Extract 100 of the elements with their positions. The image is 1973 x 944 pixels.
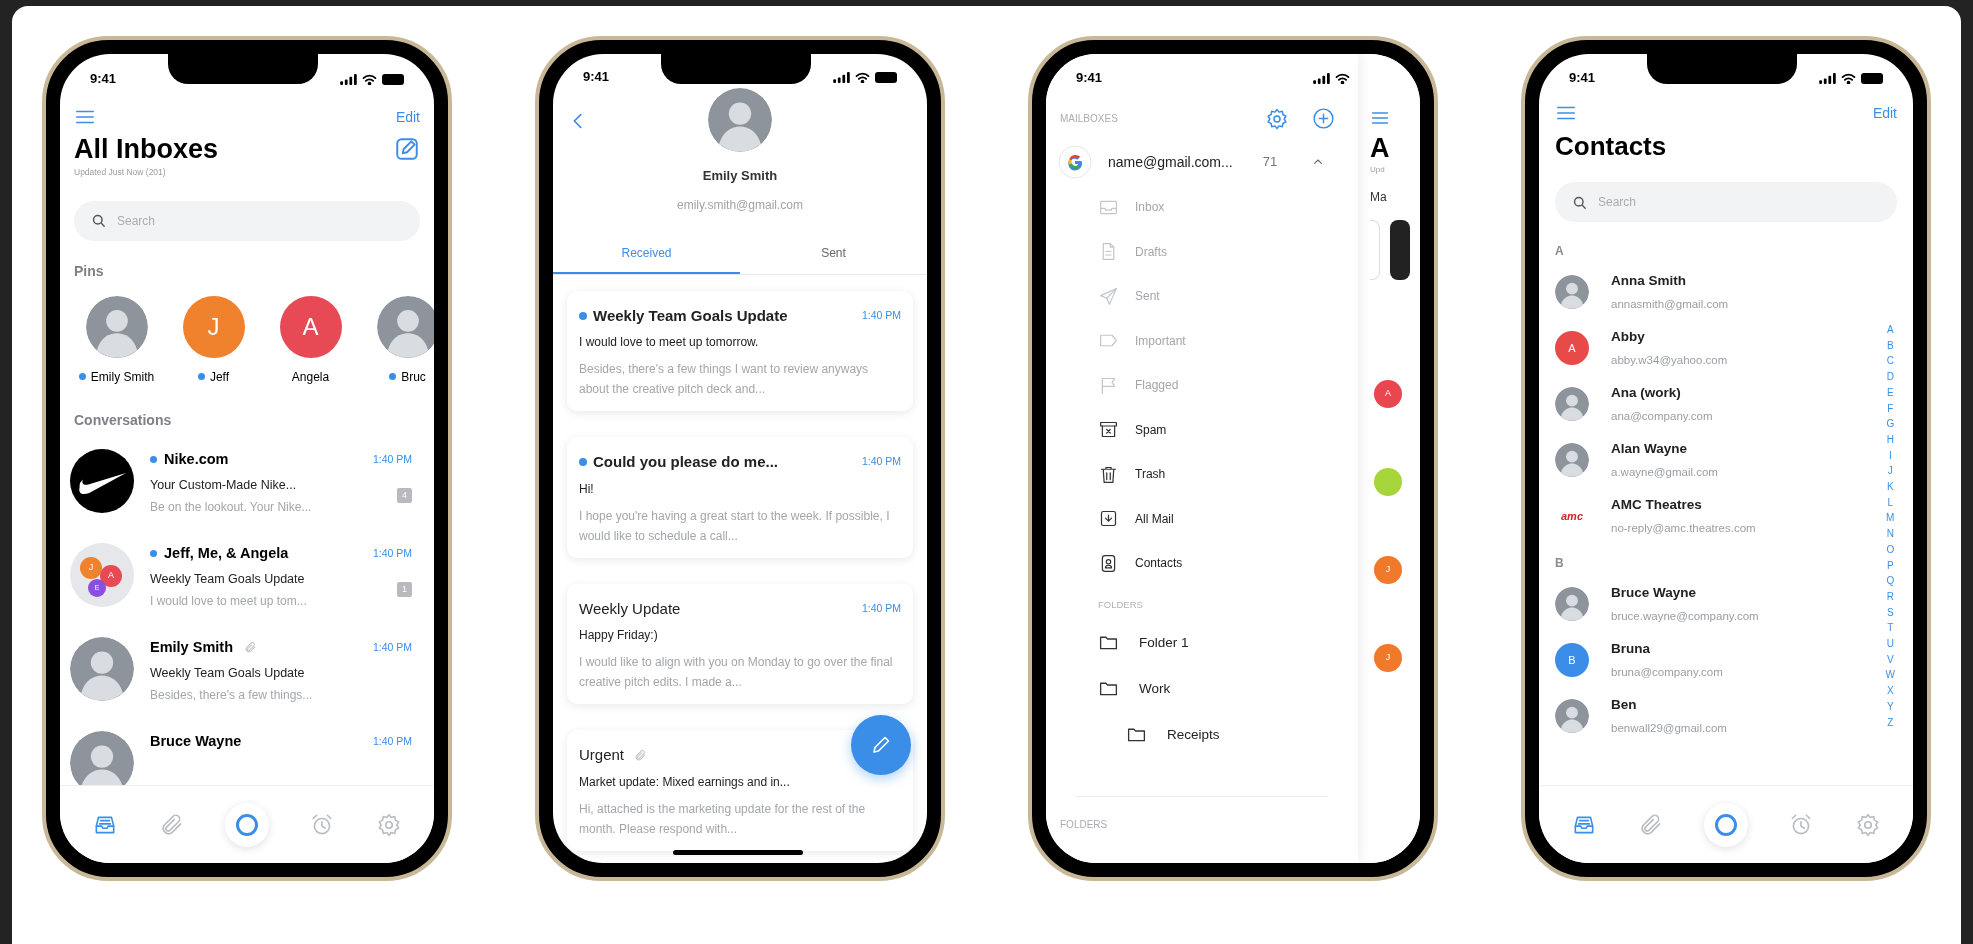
index-letter[interactable]: B (1886, 337, 1894, 354)
center-button[interactable] (224, 802, 269, 847)
index-letter[interactable]: J (1887, 463, 1893, 480)
contact-row[interactable]: Anna Smith annasmith@gmail.com (1555, 264, 1865, 320)
status-time: 9:41 (90, 70, 117, 89)
edit-button[interactable]: Edit (395, 106, 420, 128)
card-edge (1370, 220, 1380, 280)
search-field[interactable]: Search (74, 200, 420, 241)
section-heading: FOLDERS (1059, 817, 1109, 832)
message-preview: I would love to meet up tom... (150, 593, 307, 611)
message-time: 1:40 PM (861, 454, 901, 470)
mailbox-item[interactable]: Spam (1046, 407, 1358, 452)
pin-item[interactable]: J Jeff (165, 295, 262, 386)
center-button[interactable] (1703, 802, 1748, 847)
contact-row[interactable]: Alan Wayne a.wayne@gmail.com (1555, 432, 1865, 488)
pin-name[interactable]: Jeff (209, 367, 230, 386)
mailbox-item[interactable]: Contacts (1046, 541, 1358, 586)
avatar-initial: A (1374, 380, 1402, 408)
contact-email: bruna@company.com (1611, 664, 1723, 680)
index-letter[interactable]: K (1886, 479, 1894, 495)
message-subject: Weekly Team Goals Update (150, 664, 306, 682)
index-letter[interactable]: Z (1887, 714, 1894, 731)
account-row[interactable]: name@gmail.com... 71 (1046, 145, 1358, 179)
settings-icon[interactable] (1265, 106, 1289, 131)
contact-row[interactable]: Ben benwall29@gmail.com (1555, 688, 1865, 744)
signal-icon (833, 71, 850, 83)
conversation-row[interactable]: Emily Smith 1:40 PM Weekly Team Goals Update Besides, there's a few things... (60, 628, 434, 723)
avatar-initial: B (1555, 643, 1589, 677)
avatar-initial: J (80, 556, 102, 579)
contact-name: Emily Smith (702, 167, 778, 185)
contact-row[interactable]: Ana (work) ana@company.com (1555, 376, 1865, 432)
message-line: Happy Friday:) (579, 627, 659, 644)
mailbox-item[interactable]: All Mail (1046, 496, 1358, 541)
index-letter[interactable]: V (1886, 651, 1894, 668)
index-letter[interactable]: H (1886, 431, 1894, 448)
contact-email: bruce.wayne@company.com (1611, 608, 1759, 624)
wifi-icon (1335, 72, 1350, 84)
index-letter[interactable]: Q (1886, 573, 1895, 589)
index-letter[interactable]: L (1887, 494, 1894, 511)
index-letter[interactable]: C (1886, 353, 1894, 370)
index-letter[interactable]: U (1886, 636, 1894, 652)
ring-icon (1714, 813, 1737, 836)
contact-row[interactable]: B Bruna bruna@company.com (1555, 632, 1865, 688)
contact-name: AMC Theatres (1611, 496, 1703, 515)
pin-name[interactable]: Bruc (401, 367, 426, 386)
index-letter[interactable]: M (1886, 510, 1895, 527)
index-letter[interactable]: A (1886, 322, 1894, 338)
message-card[interactable]: Weekly Team Goals Update 1:40 PM I would love to meet up tomorrow. Besides, there's a few things I want to review anyways about the creative pitch deck and... (567, 290, 913, 411)
index-letter[interactable]: F (1887, 400, 1894, 417)
mailbox-label: Flagged (1135, 377, 1179, 395)
index-letter[interactable]: T (1887, 620, 1894, 637)
pin-item[interactable]: Bruc (359, 295, 434, 386)
message-line: I would love to meet up tomorrow. (579, 334, 760, 351)
contact-row[interactable]: A Abby abby.w34@yahoo.com (1555, 320, 1865, 376)
tab[interactable]: Received (553, 233, 740, 274)
pin-item[interactable]: Emily Smith (68, 295, 165, 386)
index-letter[interactable]: W (1885, 667, 1895, 684)
avatar-silhouette (1555, 699, 1589, 733)
index-letter[interactable]: E (1886, 384, 1894, 401)
index-letter[interactable]: O (1886, 541, 1895, 558)
index-letter[interactable]: G (1886, 416, 1895, 432)
pin-name[interactable]: Angela (291, 367, 330, 386)
message-card[interactable]: Urgent Market update: Mixed earnings and in... Hi, attached is the marketing update for the rest of the month. Please respond with... (567, 730, 913, 851)
account-address: name@gmail.com... (1108, 152, 1233, 172)
folder-label: Receipts (1167, 725, 1220, 744)
unread-count: 71 (1262, 153, 1278, 172)
updated-status: Updated Just Now (201) (73, 166, 167, 179)
ring-icon (235, 813, 258, 836)
index-letter[interactable]: N (1886, 526, 1894, 542)
search-field[interactable]: Search (1555, 182, 1897, 222)
message-card[interactable]: Weekly Update 1:40 PM Happy Friday:) I would like to align with you on Monday to go over the final creative pitch edits. I made a... (567, 583, 913, 704)
mailbox-item[interactable]: Trash (1046, 452, 1358, 497)
contact-name: Bruce Wayne (1611, 584, 1698, 603)
contact-row[interactable]: Bruce Wayne bruce.wayne@company.com (1555, 576, 1865, 632)
folder-item[interactable]: Work (1046, 665, 1358, 712)
index-letter[interactable]: R (1886, 588, 1894, 605)
index-letter[interactable]: X (1886, 683, 1894, 699)
pin-item[interactable]: A Angela (262, 295, 359, 386)
folder-item[interactable]: Folder 1 (1046, 619, 1358, 666)
contact-email: benwall29@gmail.com (1611, 720, 1727, 736)
sender-name: Jeff, Me, & Angela (164, 543, 289, 563)
message-card[interactable]: Could you please do me... 1:40 PM Hi! I hope you're having a great start to the week. If possible, I would like to schedule a call... (567, 437, 913, 558)
avatar-initial: J (182, 295, 245, 358)
index-letter[interactable]: P (1886, 557, 1894, 574)
mailbox-label: Trash (1135, 466, 1166, 484)
compose-icon[interactable] (394, 136, 420, 162)
compose-button[interactable] (851, 715, 911, 775)
folder-item[interactable]: Receipts (1046, 711, 1358, 758)
contact-row[interactable]: amc AMC Theatres no-reply@amc.theatres.com (1555, 488, 1865, 544)
mailbox-label: Important (1135, 332, 1186, 350)
conversation-row[interactable]: Nike.com 1:40 PM Your Custom-Made Nike... Be on the lookout. Your Nike... 4 (60, 440, 434, 535)
pin-name[interactable]: Emily Smith (90, 367, 155, 386)
index-letter[interactable]: I (1888, 447, 1892, 464)
add-icon[interactable] (1311, 106, 1336, 131)
index-letter[interactable]: S (1886, 604, 1894, 621)
edit-button[interactable]: Edit (1872, 102, 1897, 124)
index-letter[interactable]: D (1886, 369, 1894, 385)
tab[interactable]: Sent (740, 233, 927, 274)
count-badge: 4 (397, 488, 412, 504)
index-letter[interactable]: Y (1886, 698, 1894, 715)
